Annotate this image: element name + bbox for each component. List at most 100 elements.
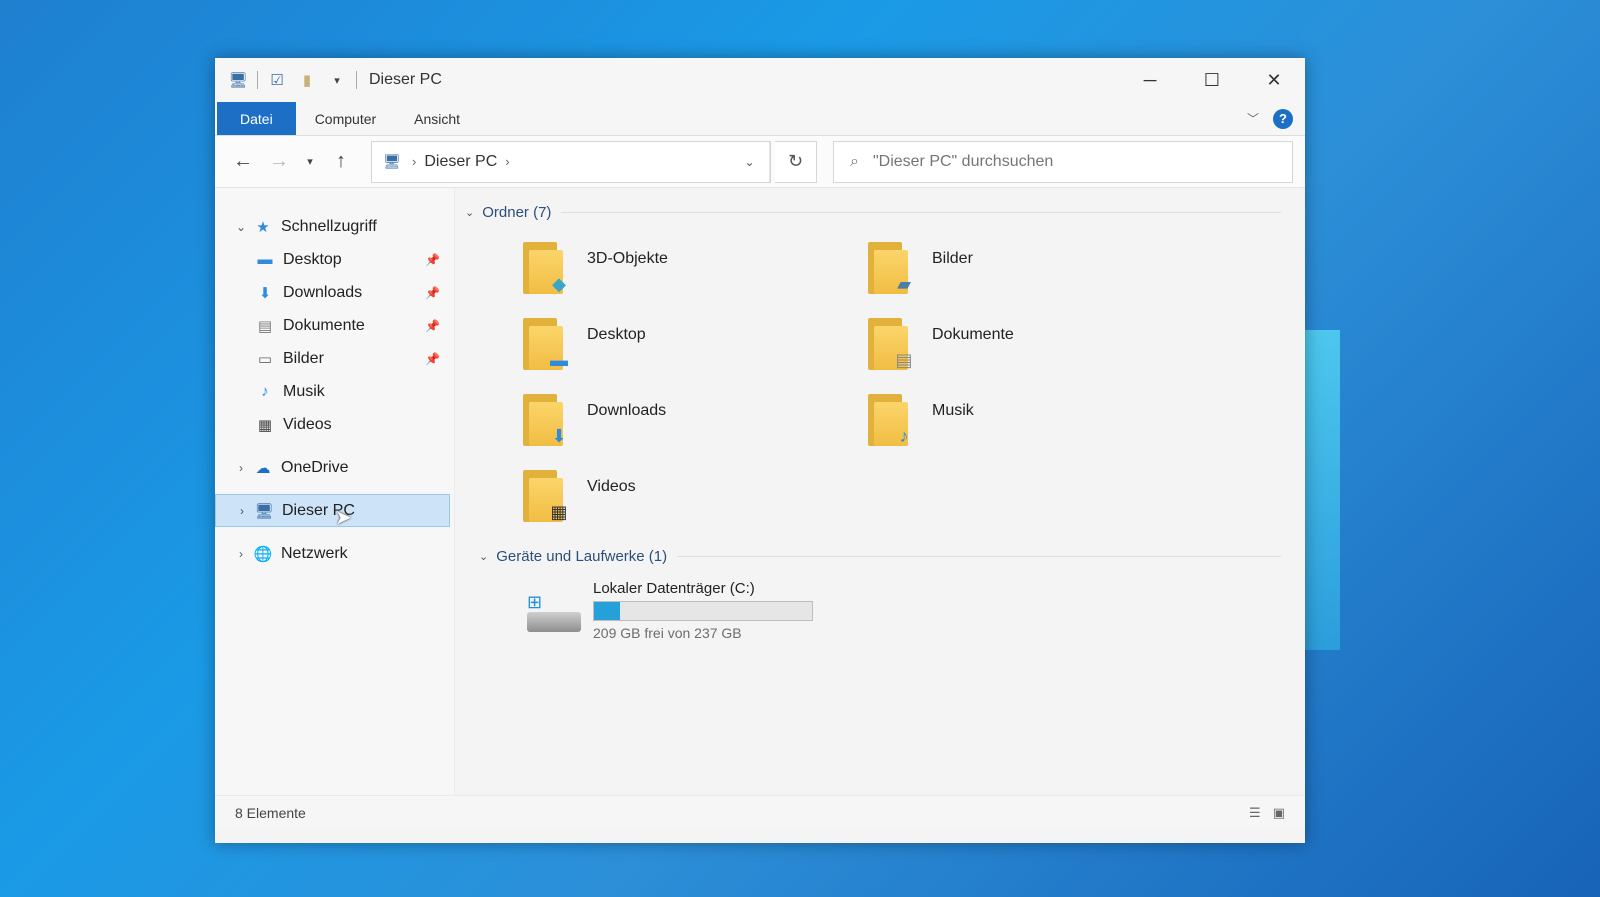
drive-usage-bar bbox=[593, 601, 813, 621]
details-view-icon[interactable]: ☰ bbox=[1249, 805, 1261, 821]
drives-group-header[interactable]: ⌄ Geräte und Laufwerke (1) bbox=[465, 542, 1281, 570]
folder-icon: ▤ bbox=[866, 316, 920, 372]
folder-icon: ◆ bbox=[521, 240, 575, 296]
folder-grid: ◆ 3D-Objekte ▰ Bilder ▬ Desktop ▤ Dokume… bbox=[465, 226, 1281, 542]
tab-computer[interactable]: Computer bbox=[296, 102, 395, 135]
search-input[interactable] bbox=[872, 152, 1233, 171]
folder-name: 3D-Objekte bbox=[587, 250, 668, 267]
folders-group-header[interactable]: ⌄ Ordner (7) bbox=[465, 198, 1281, 226]
folder-item-3d-objekte[interactable]: ◆ 3D-Objekte bbox=[521, 240, 866, 302]
document-icon: ▤ bbox=[895, 349, 913, 370]
drive-name: Lokaler Datenträger (C:) bbox=[593, 580, 755, 597]
tab-ansicht[interactable]: Ansicht bbox=[395, 102, 479, 135]
folder-name: Desktop bbox=[587, 326, 646, 343]
folder-item-bilder[interactable]: ▰ Bilder bbox=[866, 240, 1211, 302]
document-icon: ▤ bbox=[257, 317, 273, 335]
folder-icon: ▰ bbox=[866, 240, 920, 296]
large-icons-view-icon[interactable]: ▣ bbox=[1273, 805, 1285, 821]
chevron-right-icon[interactable]: › bbox=[231, 461, 251, 475]
window-controls: ─ ☐ ✕ bbox=[1119, 58, 1305, 102]
folder-name: Videos bbox=[587, 478, 636, 495]
item-count: 8 Elemente bbox=[235, 804, 306, 821]
file-explorer-window: 🖥 ☑ ▮ ▾ Dieser PC ─ ☐ ✕ Datei Computer A… bbox=[215, 58, 1305, 843]
computer-icon: 🖥 bbox=[383, 153, 401, 169]
close-button[interactable]: ✕ bbox=[1243, 58, 1305, 102]
sidebar-item-onedrive[interactable]: › ☁ OneDrive bbox=[215, 451, 454, 484]
back-arrow-icon[interactable]: ← bbox=[227, 146, 259, 178]
chevron-down-icon[interactable]: ⌄ bbox=[479, 550, 488, 563]
recent-locations-chevron-icon[interactable]: ▾ bbox=[299, 146, 321, 178]
chevron-down-icon[interactable]: ⌄ bbox=[231, 220, 251, 234]
sidebar-item-label: Musik bbox=[283, 382, 325, 400]
drive-item-c[interactable]: ⊞ Lokaler Datenträger (C:) 209 GB frei v… bbox=[465, 570, 1281, 641]
star-icon: ★ bbox=[256, 218, 270, 236]
sidebar-item-label: Downloads bbox=[283, 283, 363, 301]
folder-name: Bilder bbox=[932, 250, 973, 267]
sidebar-item-label: Videos bbox=[283, 415, 332, 433]
properties-checkbox-icon[interactable]: ☑ bbox=[266, 70, 288, 90]
maximize-button[interactable]: ☐ bbox=[1181, 58, 1243, 102]
chevron-down-icon[interactable]: ⌄ bbox=[465, 206, 474, 219]
film-icon: ▦ bbox=[550, 501, 568, 522]
new-folder-icon[interactable]: ▮ bbox=[296, 70, 318, 90]
sidebar-item-videos[interactable]: ▦ Videos bbox=[215, 408, 454, 441]
sidebar-item-dokumente[interactable]: ▤ Dokumente 📌 bbox=[215, 309, 454, 342]
address-bar[interactable]: 🖥 › Dieser PC › ⌄ bbox=[371, 140, 771, 183]
search-box[interactable]: ⌕ bbox=[833, 140, 1293, 183]
folder-item-dokumente[interactable]: ▤ Dokumente bbox=[866, 316, 1211, 378]
pin-icon: 📌 bbox=[425, 252, 440, 267]
folder-item-desktop[interactable]: ▬ Desktop bbox=[521, 316, 866, 378]
sidebar-item-bilder[interactable]: ▭ Bilder 📌 bbox=[215, 342, 454, 375]
folder-item-downloads[interactable]: ⬇ Downloads bbox=[521, 392, 866, 454]
folder-name: Dokumente bbox=[932, 326, 1014, 343]
explorer-body: ⌄ ★ Schnellzugriff ▬ Desktop 📌 ⬇ Downloa… bbox=[215, 188, 1305, 795]
forward-arrow-icon[interactable]: → bbox=[263, 146, 295, 178]
customize-quick-access-icon[interactable]: ▾ bbox=[326, 70, 348, 90]
separator bbox=[356, 71, 357, 89]
group-title: Ordner (7) bbox=[482, 203, 552, 221]
folder-item-videos[interactable]: ▦ Videos bbox=[521, 468, 866, 530]
sidebar-item-dieser-pc[interactable]: › 🖥 Dieser PC bbox=[215, 494, 450, 527]
status-bar: 8 Elemente ☰ ▣ bbox=[215, 795, 1305, 829]
sidebar-item-label: Desktop bbox=[283, 250, 342, 268]
tab-datei[interactable]: Datei bbox=[217, 102, 296, 135]
sidebar-item-desktop[interactable]: ▬ Desktop 📌 bbox=[215, 243, 454, 276]
chevron-right-icon[interactable]: › bbox=[231, 547, 251, 561]
sidebar-item-netzwerk[interactable]: › 🌐 Netzwerk bbox=[215, 537, 454, 570]
sidebar-item-downloads[interactable]: ⬇ Downloads 📌 bbox=[215, 276, 454, 309]
sidebar-item-label: Schnellzugriff bbox=[281, 217, 377, 235]
sidebar-item-musik[interactable]: ♪ Musik bbox=[215, 375, 454, 408]
video-icon: ▦ bbox=[257, 416, 273, 434]
minimize-button[interactable]: ─ bbox=[1119, 58, 1181, 102]
windows-logo-icon: ⊞ bbox=[527, 592, 543, 612]
expand-ribbon-icon[interactable]: ﹀ bbox=[1247, 110, 1259, 127]
folder-name: Downloads bbox=[587, 402, 667, 419]
cube-icon: ◆ bbox=[552, 273, 566, 294]
folder-icon: ▦ bbox=[521, 468, 575, 524]
pin-icon: 📌 bbox=[425, 318, 440, 333]
address-dropdown-icon[interactable]: ⌄ bbox=[730, 141, 770, 182]
folder-icon: ⬇ bbox=[521, 392, 575, 448]
folder-name: Musik bbox=[932, 402, 974, 419]
download-icon: ⬇ bbox=[551, 425, 567, 446]
search-icon: ⌕ bbox=[850, 152, 859, 170]
ribbon-tabs: Datei Computer Ansicht ﹀ ? bbox=[215, 102, 1305, 136]
chevron-right-icon[interactable]: › bbox=[412, 154, 416, 169]
chevron-right-icon[interactable]: › bbox=[505, 154, 509, 169]
pin-icon: 📌 bbox=[425, 285, 440, 300]
drive-free-space: 209 GB frei von 237 GB bbox=[593, 625, 742, 641]
navigation-pane: ⌄ ★ Schnellzugriff ▬ Desktop 📌 ⬇ Downloa… bbox=[215, 188, 455, 795]
folder-item-musik[interactable]: ♪ Musik bbox=[866, 392, 1211, 454]
chevron-right-icon[interactable]: › bbox=[232, 504, 252, 518]
landscape-icon: ▰ bbox=[897, 273, 911, 294]
folder-icon: ♪ bbox=[866, 392, 920, 448]
help-icon[interactable]: ? bbox=[1273, 108, 1293, 129]
music-icon: ♪ bbox=[261, 383, 269, 400]
refresh-icon[interactable]: ↻ bbox=[775, 140, 817, 183]
computer-icon: 🖥 bbox=[254, 502, 274, 520]
sidebar-item-label: Dokumente bbox=[283, 316, 365, 334]
breadcrumb-dieser-pc[interactable]: Dieser PC bbox=[424, 153, 497, 171]
up-arrow-icon[interactable]: ↑ bbox=[325, 146, 357, 178]
sidebar-item-quick-access[interactable]: ⌄ ★ Schnellzugriff bbox=[215, 210, 454, 243]
content-pane: ⌄ Ordner (7) ◆ 3D-Objekte ▰ Bilder ▬ Des… bbox=[455, 188, 1305, 795]
